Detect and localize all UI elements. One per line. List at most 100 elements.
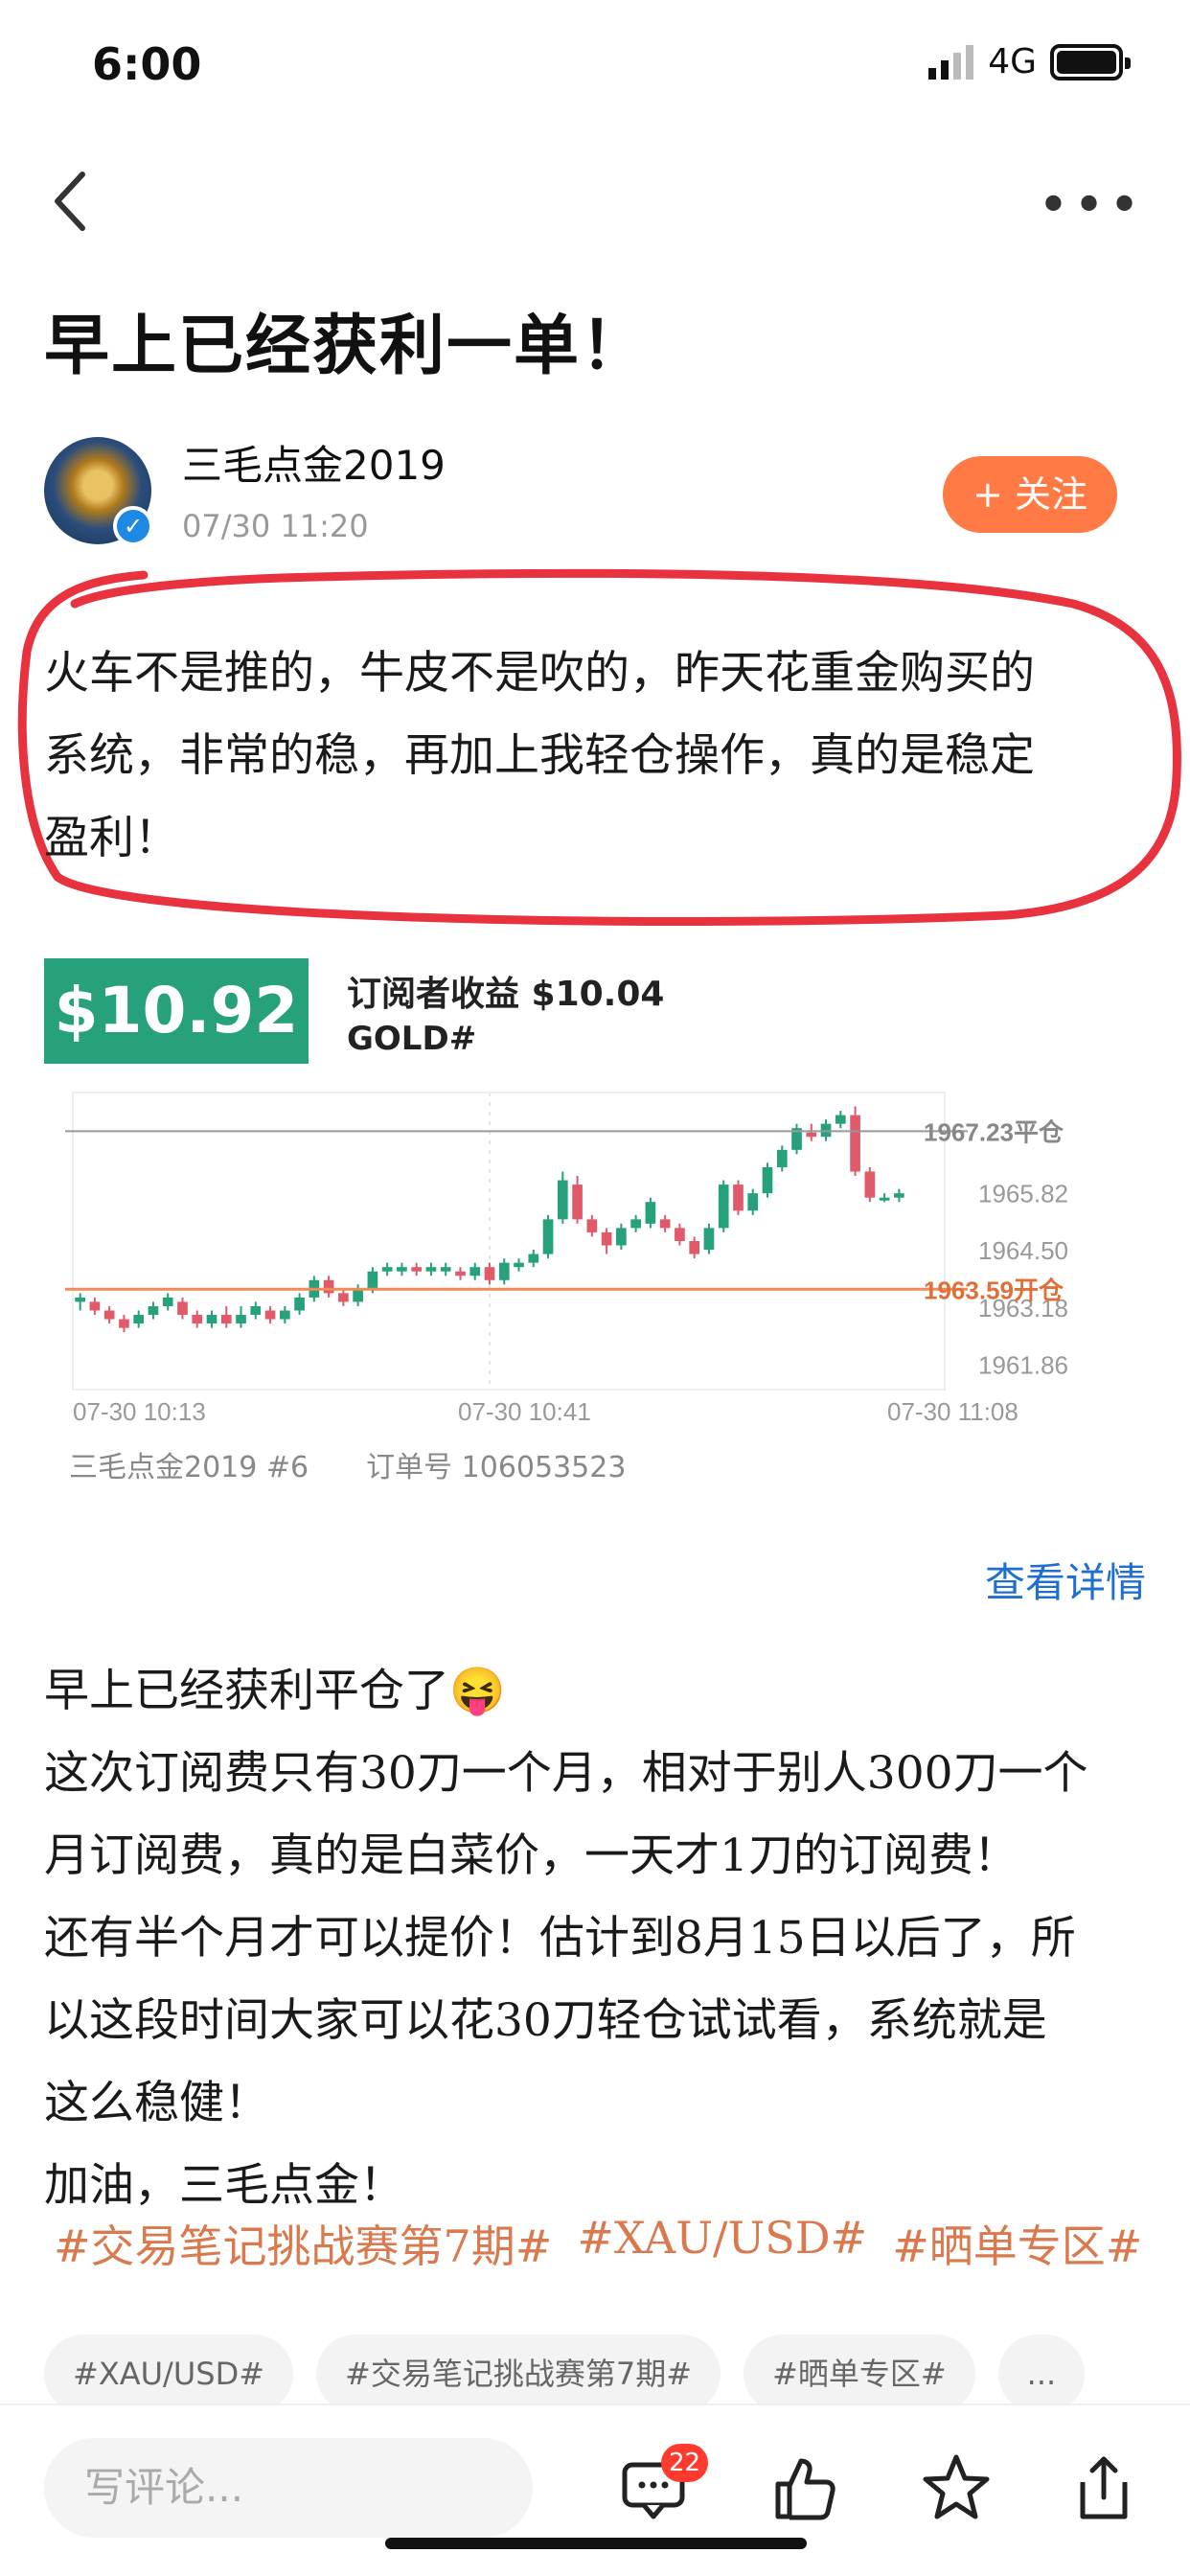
- candle-body: [776, 1149, 788, 1167]
- candle-body: [514, 1262, 524, 1268]
- candle-body: [206, 1315, 217, 1324]
- body-line-1: 早上已经获利平仓了😝: [44, 1665, 506, 1717]
- candle-body: [718, 1184, 729, 1229]
- more-options-icon[interactable]: •••: [1038, 174, 1144, 237]
- candle-body: [484, 1267, 495, 1280]
- candle-body: [469, 1267, 481, 1276]
- candle-body: [381, 1267, 393, 1272]
- x-tick-label: 07-30 10:13: [73, 1397, 206, 1426]
- star-icon[interactable]: [918, 2450, 995, 2526]
- candle-body: [586, 1219, 598, 1232]
- candle-body: [294, 1297, 305, 1311]
- candle-body: [250, 1305, 262, 1316]
- candle-body: [675, 1228, 685, 1241]
- candle-body: [75, 1297, 85, 1302]
- x-tick-label: 07-30 10:41: [458, 1397, 591, 1426]
- candle-body: [806, 1132, 817, 1138]
- body-line-3: 月订阅费，真的是白菜价，一天才1刀的订阅费！: [44, 1829, 1018, 1882]
- trade-meta: 三毛点金2019 #6 订单号 106053523: [69, 1451, 627, 1484]
- chart-x-labels: 07-30 10:13 07-30 10:41 07-30 11:08: [73, 1397, 1018, 1426]
- body-line-4: 还有半个月才可以提价！估计到8月15日以后了，所: [44, 1912, 1076, 1965]
- signal-icon: [928, 44, 974, 80]
- chart-grid: [72, 1092, 946, 1391]
- candle-body: [835, 1115, 846, 1124]
- candle-body: [703, 1228, 715, 1251]
- candle-body: [659, 1219, 671, 1229]
- candle-body: [601, 1231, 612, 1246]
- hashtag-list: #交易笔记挑战赛第7期# #XAU/USD# #晒单专区#: [54, 2212, 1142, 2275]
- topic-chip[interactable]: #晒单专区#: [744, 2334, 975, 2413]
- candle-body: [440, 1267, 451, 1272]
- candle-body: [894, 1193, 904, 1198]
- candle-body: [323, 1279, 334, 1294]
- topic-chip[interactable]: #XAU/USD#: [44, 2334, 294, 2413]
- comment-input[interactable]: 写评论...: [44, 2438, 533, 2538]
- y-tick-label: 1965.82: [978, 1179, 1068, 1208]
- candle-body: [103, 1310, 115, 1320]
- x-tick-label: 07-30 11:08: [887, 1397, 1018, 1426]
- candle-body: [192, 1315, 203, 1324]
- candle-body: [162, 1297, 173, 1306]
- home-indicator: [385, 2538, 807, 2549]
- topic-chips: #XAU/USD# #交易笔记挑战赛第7期# #晒单专区# ...: [44, 2334, 1086, 2413]
- candle-body: [133, 1315, 145, 1324]
- intro-line-3: 盈利！: [44, 812, 179, 864]
- body-line-2: 这次订阅费只有30刀一个月，相对于别人300刀一个: [44, 1747, 1088, 1800]
- share-icon[interactable]: [1065, 2450, 1142, 2526]
- candle-body: [279, 1310, 290, 1320]
- candle-body: [353, 1288, 363, 1302]
- intro-line-1: 火车不是推的，牛皮不是吹的，昨天花重金购买的: [44, 647, 1035, 700]
- open-level-label: 1963.59开仓: [924, 1276, 1064, 1304]
- body-line-5: 以这段时间大家可以花30刀轻仓试试看，系统就是: [44, 1994, 1047, 2047]
- follow-button[interactable]: + 关注: [943, 456, 1117, 533]
- candlestick-chart[interactable]: 1965.821964.501963.181961.861967.23平仓196…: [44, 1073, 1098, 1438]
- battery-icon: [1050, 43, 1131, 80]
- candle-body: [557, 1180, 568, 1220]
- candle-body: [425, 1267, 437, 1272]
- candle-body: [616, 1228, 627, 1246]
- y-tick-label: 1964.50: [978, 1236, 1068, 1265]
- hashtag-link[interactable]: #交易笔记挑战赛第7期#: [54, 2212, 552, 2275]
- candle-body: [645, 1202, 656, 1224]
- like-icon[interactable]: [767, 2450, 843, 2526]
- candle-body: [528, 1254, 539, 1263]
- comment-count-badge: 22: [661, 2444, 709, 2482]
- more-topics-chip[interactable]: ...: [997, 2334, 1086, 2413]
- subscriber-profit: 订阅者收益 $10.04: [347, 975, 665, 1014]
- hashtag-link[interactable]: #XAU/USD#: [577, 2212, 867, 2275]
- candle-body: [177, 1301, 188, 1316]
- view-details-link[interactable]: 查看详情: [985, 1551, 1146, 1609]
- candle-body: [236, 1315, 246, 1324]
- candle-body: [119, 1319, 129, 1328]
- post-body: 早上已经获利平仓了😝 这次订阅费只有30刀一个月，相对于别人300刀一个 月订阅…: [44, 1650, 1156, 2227]
- body-line-6: 这么稳健！: [44, 2077, 269, 2129]
- candle-body: [148, 1305, 159, 1316]
- y-tick-label: 1961.86: [978, 1351, 1068, 1380]
- hashtag-link[interactable]: #晒单专区#: [892, 2212, 1142, 2275]
- candle-body: [850, 1115, 860, 1172]
- candle-body: [89, 1301, 101, 1311]
- author-name[interactable]: 三毛点金2019: [182, 433, 446, 492]
- intro-line-2: 系统，非常的稳，再加上我轻仓操作，真的是稳定: [44, 729, 1035, 782]
- candle-body: [747, 1193, 759, 1211]
- candle-body: [397, 1267, 407, 1272]
- topic-chip[interactable]: #交易笔记挑战赛第7期#: [316, 2334, 721, 2413]
- candle-body: [572, 1184, 583, 1220]
- candle-body: [542, 1219, 554, 1254]
- candle-body: [630, 1219, 641, 1229]
- candle-body: [338, 1293, 349, 1302]
- profit-value[interactable]: $10.92: [44, 958, 309, 1064]
- candle-body: [220, 1315, 232, 1324]
- candle-body: [411, 1267, 423, 1272]
- post-title: 早上已经获利一单！: [44, 309, 649, 384]
- status-indicators: 4G: [928, 42, 1131, 81]
- plot-border: [72, 1092, 946, 1391]
- trade-symbol: GOLD#: [347, 1020, 477, 1058]
- back-icon[interactable]: [44, 163, 102, 240]
- candle-body: [367, 1271, 378, 1289]
- candle-body: [455, 1271, 466, 1276]
- network-label: 4G: [988, 42, 1037, 81]
- candle-body: [689, 1241, 700, 1254]
- candle-body: [879, 1197, 890, 1201]
- candle-body: [762, 1166, 773, 1194]
